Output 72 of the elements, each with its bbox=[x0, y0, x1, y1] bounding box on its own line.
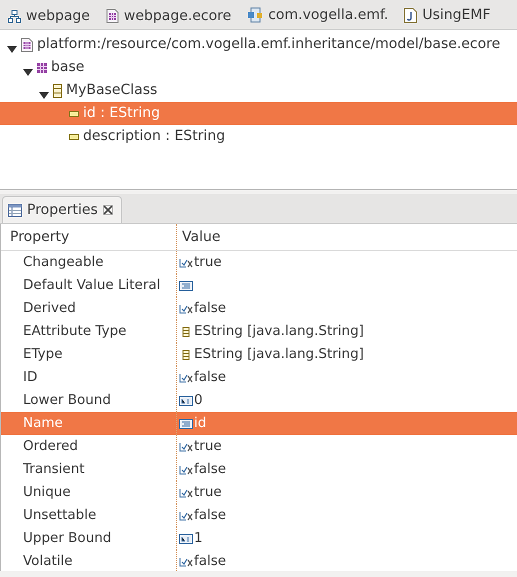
boolean-icon bbox=[179, 372, 193, 382]
property-row[interactable]: Changeable true bbox=[1, 251, 517, 274]
property-name: ID bbox=[22, 368, 38, 388]
property-value: true bbox=[194, 483, 222, 502]
package-icon bbox=[106, 9, 119, 23]
property-value: 1 bbox=[194, 529, 203, 548]
tree-item[interactable]: MyBaseClass bbox=[0, 79, 517, 102]
property-row[interactable]: EAttribute Type EString [java.lang.String] bbox=[1, 320, 517, 343]
property-row[interactable]: Volatile false bbox=[1, 550, 517, 571]
editor-tab[interactable]: webpage bbox=[4, 2, 102, 29]
property-row[interactable]: EType EString [java.lang.String] bbox=[1, 343, 517, 366]
boolean-icon bbox=[179, 258, 193, 268]
property-name: Unsettable bbox=[22, 506, 98, 526]
property-value: EString [java.lang.String] bbox=[194, 322, 364, 342]
property-value: false bbox=[194, 299, 226, 318]
property-name: Unique bbox=[22, 483, 72, 502]
editor-tab[interactable]: com.vogella.emf. bbox=[243, 0, 400, 29]
boolean-icon bbox=[179, 556, 193, 566]
property-value: true bbox=[194, 437, 222, 456]
property-value: false bbox=[194, 506, 226, 526]
property-row[interactable]: Unsettable false bbox=[1, 504, 517, 527]
properties-tab[interactable]: Properties bbox=[2, 196, 122, 223]
file-icon bbox=[21, 38, 33, 52]
property-name: Derived bbox=[22, 299, 77, 318]
property-name: Name bbox=[22, 414, 64, 434]
boolean-icon bbox=[179, 442, 193, 452]
property-row[interactable]: Transient false bbox=[1, 458, 517, 481]
property-name: EType bbox=[22, 345, 64, 364]
number-icon bbox=[179, 534, 193, 544]
property-value: false bbox=[194, 368, 226, 388]
property-row[interactable]: Unique true bbox=[1, 481, 517, 504]
property-name: Lower Bound bbox=[22, 391, 112, 410]
package-icon bbox=[37, 62, 47, 72]
close-icon[interactable] bbox=[102, 205, 113, 215]
boolean-icon bbox=[179, 510, 193, 520]
number-icon bbox=[179, 396, 193, 406]
property-name: Default Value Literal bbox=[22, 276, 162, 296]
property-value: true bbox=[194, 253, 222, 272]
property-name: EAttribute Type bbox=[22, 322, 128, 342]
property-name: Transient bbox=[22, 460, 86, 480]
class-icon bbox=[53, 84, 62, 98]
boolean-icon bbox=[179, 304, 193, 314]
property-value: 0 bbox=[194, 391, 203, 410]
java-file-icon bbox=[404, 8, 418, 23]
attribute-icon bbox=[69, 110, 79, 116]
table-icon bbox=[8, 204, 22, 216]
property-name: Changeable bbox=[22, 253, 105, 272]
property-row[interactable]: Ordered true bbox=[1, 435, 517, 458]
tree-item[interactable]: description : EString bbox=[0, 125, 517, 148]
attribute-icon bbox=[69, 134, 79, 140]
property-value: false bbox=[194, 552, 226, 571]
tree-item[interactable]: platform:/resource/com.vogella.emf.inheritance/model/base.ecore bbox=[0, 33, 517, 56]
boolean-icon bbox=[179, 488, 193, 498]
property-value: false bbox=[194, 460, 226, 480]
property-name: Ordered bbox=[22, 437, 79, 456]
text-icon bbox=[179, 280, 193, 290]
property-row[interactable]: Derived false bbox=[1, 297, 517, 320]
property-name: Upper Bound bbox=[22, 529, 112, 548]
property-row[interactable]: Upper Bound 1 bbox=[1, 527, 517, 550]
column-header: Value bbox=[176, 224, 517, 250]
column-header: Property bbox=[9, 228, 70, 246]
tree-item[interactable]: base bbox=[0, 56, 517, 79]
text-icon bbox=[179, 418, 193, 428]
property-row[interactable]: ID false bbox=[1, 366, 517, 389]
property-name: Volatile bbox=[22, 552, 74, 571]
diagram-icon bbox=[8, 10, 21, 23]
property-value: id bbox=[194, 414, 206, 434]
editor-tab[interactable]: UsingEMF bbox=[400, 0, 503, 29]
property-value: EString [java.lang.String] bbox=[194, 345, 364, 364]
plugin-icon bbox=[247, 7, 264, 23]
property-row[interactable]: Default Value Literal bbox=[1, 274, 517, 297]
boolean-icon bbox=[179, 464, 193, 474]
